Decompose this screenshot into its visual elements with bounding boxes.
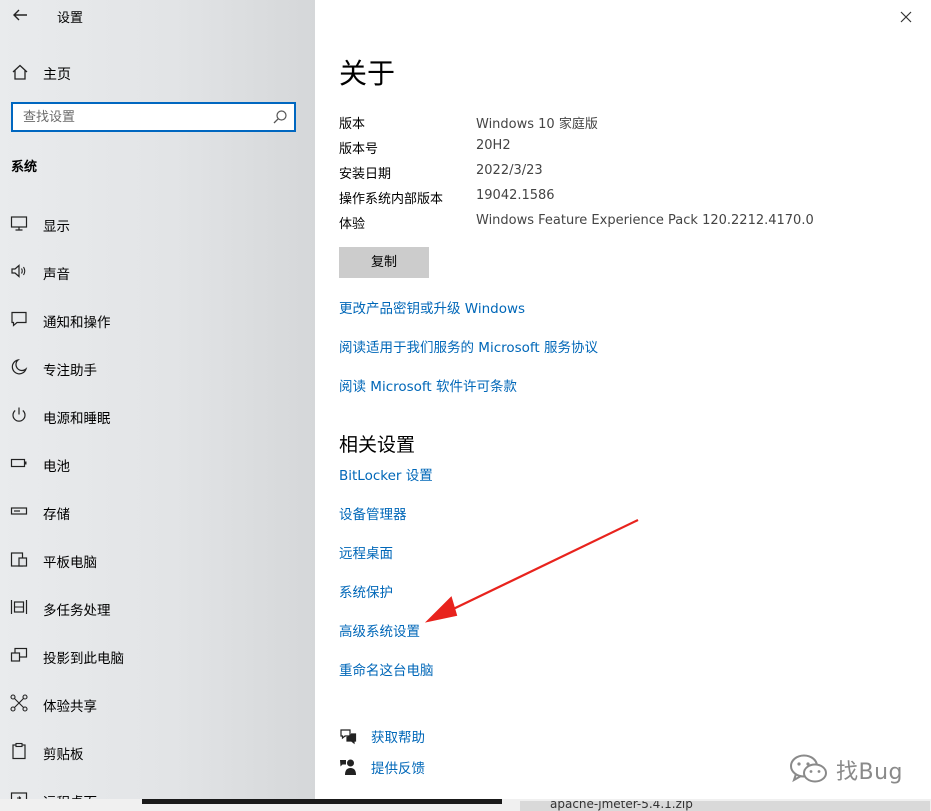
taskbar-left xyxy=(0,799,142,811)
sidebar-item-battery[interactable]: 电池 xyxy=(0,440,315,488)
sidebar-item-label: 体验共享 xyxy=(43,699,97,715)
watermark: 找Bug xyxy=(788,750,918,786)
spec-row-version: 版本号 20H2 xyxy=(339,138,919,160)
change-product-key-link[interactable]: 更改产品密钥或升级 Windows xyxy=(339,297,525,317)
title-bar: 设置 xyxy=(0,0,315,32)
sidebar-item-label: 主页 xyxy=(43,67,71,83)
sidebar-item-label: 电源和睡眠 xyxy=(43,411,111,427)
taskbar-item-text: apache-jmeter-5.4.1.zip xyxy=(550,801,693,811)
back-button[interactable] xyxy=(10,4,30,26)
services-agreement-link[interactable]: 阅读适用于我们服务的 Microsoft 服务协议 xyxy=(339,336,598,356)
page-title: 关于 xyxy=(339,57,396,90)
sidebar-item-focus-assist[interactable]: 专注助手 xyxy=(0,344,315,392)
spec-row-os-build: 操作系统内部版本 19042.1586 xyxy=(339,188,919,210)
tablet-icon xyxy=(10,552,28,567)
spec-value: 19042.1586 xyxy=(476,188,555,203)
spec-value: 2022/3/23 xyxy=(476,163,543,178)
sidebar: 设置 主页 系统 显示 声音 xyxy=(0,0,315,811)
section-title: 系统 xyxy=(11,160,38,175)
taskbar-window-strip xyxy=(142,799,502,804)
search-input[interactable] xyxy=(13,104,273,130)
search-icon[interactable] xyxy=(272,109,288,125)
sidebar-item-label: 多任务处理 xyxy=(43,603,111,619)
window-title: 设置 xyxy=(57,11,84,26)
main-content: 关于 版本 Windows 10 家庭版 版本号 20H2 安装日期 2022/… xyxy=(315,0,931,811)
sidebar-item-notifications[interactable]: 通知和操作 xyxy=(0,296,315,344)
sidebar-item-label: 专注助手 xyxy=(43,363,97,379)
sidebar-item-label: 显示 xyxy=(43,219,70,235)
spec-key: 操作系统内部版本 xyxy=(339,192,444,207)
sidebar-item-storage[interactable]: 存储 xyxy=(0,488,315,536)
taskbar: apache-jmeter-5.4.1.zip xyxy=(0,799,931,811)
wechat-logo-icon xyxy=(790,754,827,783)
spec-key: 版本号 xyxy=(339,142,379,157)
shared-experiences-icon xyxy=(10,694,28,712)
related-settings-title: 相关设置 xyxy=(339,434,416,456)
sidebar-item-power-sleep[interactable]: 电源和睡眠 xyxy=(0,392,315,440)
multitasking-icon xyxy=(10,600,28,614)
sidebar-item-label: 通知和操作 xyxy=(43,315,111,331)
close-button[interactable] xyxy=(895,4,917,28)
sidebar-item-label: 投影到此电脑 xyxy=(43,651,124,667)
battery-icon xyxy=(10,458,27,468)
sidebar-item-label: 平板电脑 xyxy=(43,555,97,571)
taskbar-download-item[interactable]: apache-jmeter-5.4.1.zip xyxy=(520,801,930,811)
spec-value: Windows 10 家庭版 xyxy=(476,117,598,132)
clipboard-icon xyxy=(12,742,26,760)
sidebar-item-display[interactable]: 显示 xyxy=(0,200,315,248)
spec-row-experience: 体验 Windows Feature Experience Pack 120.2… xyxy=(339,213,919,235)
get-help-icon xyxy=(340,729,357,745)
system-protection-link[interactable]: 系统保护 xyxy=(339,581,393,601)
sidebar-item-clipboard[interactable]: 剪贴板 xyxy=(0,728,315,776)
remote-desktop-link[interactable]: 远程桌面 xyxy=(339,542,393,562)
watermark-text: 找Bug xyxy=(836,760,904,785)
spec-key: 体验 xyxy=(339,217,366,232)
back-arrow-icon xyxy=(13,9,27,21)
notification-icon xyxy=(11,311,27,327)
sidebar-item-label: 声音 xyxy=(43,267,70,283)
display-icon xyxy=(10,216,28,231)
sidebar-item-sound[interactable]: 声音 xyxy=(0,248,315,296)
sidebar-item-home[interactable]: 主页 xyxy=(0,56,315,90)
license-terms-link[interactable]: 阅读 Microsoft 软件许可条款 xyxy=(339,375,517,395)
spec-key: 安装日期 xyxy=(339,167,392,182)
get-help-link[interactable]: 获取帮助 xyxy=(371,726,425,746)
bitlocker-settings-link[interactable]: BitLocker 设置 xyxy=(339,464,433,484)
focus-moon-icon xyxy=(11,358,28,375)
spec-value: Windows Feature Experience Pack 120.2212… xyxy=(476,213,814,228)
sidebar-item-multitasking[interactable]: 多任务处理 xyxy=(0,584,315,632)
rename-pc-link[interactable]: 重命名这台电脑 xyxy=(339,659,434,679)
search-box[interactable] xyxy=(11,102,296,132)
sidebar-item-projecting[interactable]: 投影到此电脑 xyxy=(0,632,315,680)
power-icon xyxy=(12,407,26,422)
feedback-row[interactable]: 提供反馈 xyxy=(339,756,589,778)
sidebar-item-label: 电池 xyxy=(43,459,70,475)
feedback-icon xyxy=(340,759,356,775)
sidebar-item-label: 存储 xyxy=(43,507,70,523)
home-icon xyxy=(12,64,28,80)
get-help-row[interactable]: 获取帮助 xyxy=(339,725,589,747)
projecting-icon xyxy=(10,647,28,662)
sound-icon xyxy=(11,264,26,278)
spec-key: 版本 xyxy=(339,117,366,132)
sidebar-item-shared-experiences[interactable]: 体验共享 xyxy=(0,680,315,728)
spec-row-edition: 版本 Windows 10 家庭版 xyxy=(339,113,919,135)
device-manager-link[interactable]: 设备管理器 xyxy=(339,503,407,523)
sidebar-item-tablet[interactable]: 平板电脑 xyxy=(0,536,315,584)
storage-icon xyxy=(10,507,28,515)
feedback-link[interactable]: 提供反馈 xyxy=(371,757,425,777)
spec-value: 20H2 xyxy=(476,138,511,153)
advanced-system-settings-link[interactable]: 高级系统设置 xyxy=(339,620,420,640)
spec-row-installed-on: 安装日期 2022/3/23 xyxy=(339,163,919,185)
sidebar-item-label: 剪贴板 xyxy=(43,747,84,763)
close-icon xyxy=(900,11,912,23)
copy-button[interactable]: 复制 xyxy=(339,247,429,278)
sidebar-nav: 显示 声音 通知和操作 专注助手 电源和睡眠 电池 存储 平板电脑 多任务处理 … xyxy=(0,200,315,811)
